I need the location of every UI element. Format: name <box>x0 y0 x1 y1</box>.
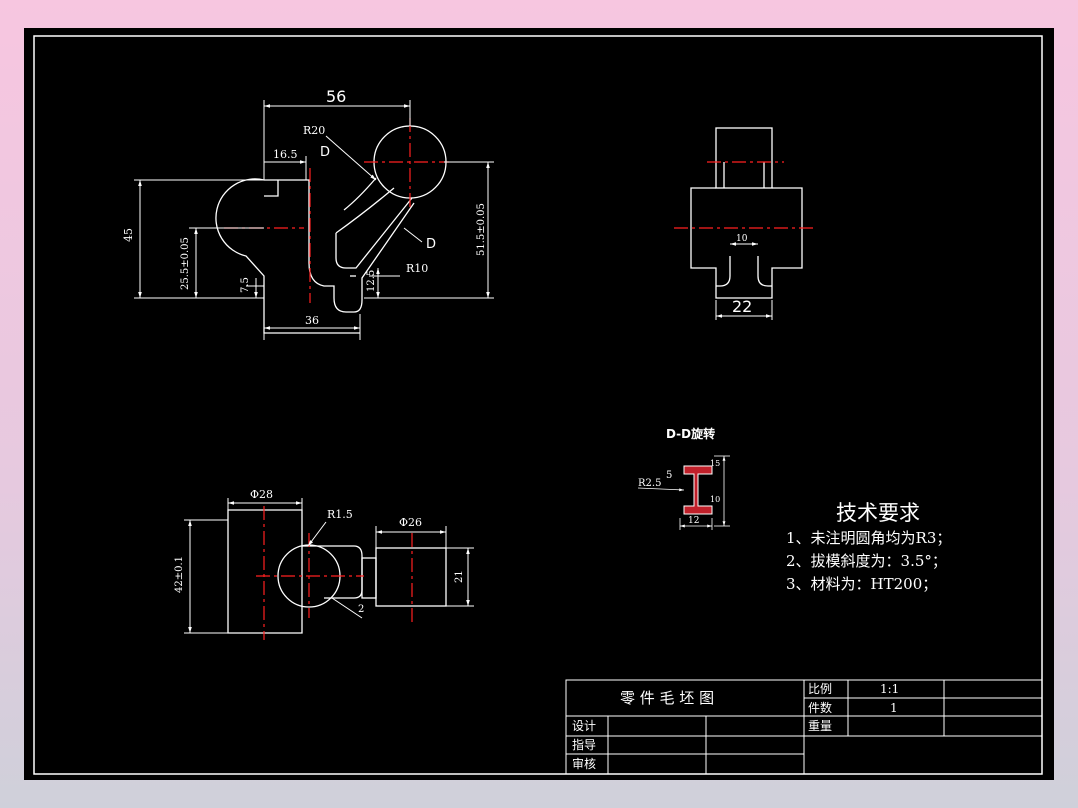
dim-r20: R20 <box>303 124 325 137</box>
front-view <box>215 125 447 334</box>
dim-7-5: 7.5 <box>240 277 251 293</box>
dim-21: 21 <box>454 570 465 583</box>
count-label: 件数 <box>808 700 832 715</box>
dim-56: 56 <box>326 87 346 106</box>
scale-label: 比例 <box>808 682 832 696</box>
section-label-d2: D <box>426 237 436 252</box>
dim-phi26: Φ26 <box>399 516 422 529</box>
cad-drawing: 56 16.5 R20 D D 45 25.5±0.05 7.5 12.5 R1… <box>33 35 1043 775</box>
dim-12-5: 12.5 <box>366 270 377 292</box>
tech-req-item-2: 2、拔模斜度为：3.5°； <box>786 552 947 570</box>
dim-22: 22 <box>732 297 752 316</box>
dim-r2-5: R2.5 <box>638 478 661 489</box>
drawing-sheet: 56 16.5 R20 D D 45 25.5±0.05 7.5 12.5 R1… <box>24 28 1054 780</box>
front-view-labels: 56 16.5 R20 D D 45 25.5±0.05 7.5 12.5 R1… <box>122 87 487 327</box>
drawing-name: 零 件 毛 坯 图 <box>620 689 714 707</box>
dim-12: 12 <box>688 516 699 526</box>
tech-req-title: 技术要求 <box>836 501 920 525</box>
drawing-frame <box>33 35 1043 775</box>
section-label-d1: D <box>320 145 330 160</box>
section-title: D-D旋转 <box>666 426 715 441</box>
top-view-centerlines <box>256 506 413 640</box>
dim-section-top: 15 <box>710 459 720 468</box>
tech-req-item-1: 1、未注明圆角均为R3； <box>786 529 951 547</box>
scale-value: 1:1 <box>880 682 899 696</box>
dim-r1-5: R1.5 <box>327 508 353 521</box>
dim-phi28: Φ28 <box>250 488 273 501</box>
review-label: 审核 <box>572 756 596 771</box>
count-value: 1 <box>890 701 898 715</box>
weight-label: 重量 <box>808 719 832 733</box>
design-label: 设计 <box>572 719 596 733</box>
dim-45: 45 <box>122 228 135 242</box>
check-label: 指导 <box>572 737 596 752</box>
dim-42: 42±0.1 <box>174 556 185 593</box>
dim-2: 2 <box>358 604 364 615</box>
dim-36: 36 <box>305 314 319 327</box>
dim-r10: R10 <box>406 262 428 275</box>
side-view-centerlines <box>674 161 814 229</box>
dim-16-5: 16.5 <box>273 148 298 161</box>
dim-section-bottom: 10 <box>710 495 720 504</box>
dim-51-5: 51.5±0.05 <box>476 203 487 256</box>
dim-5: 5 <box>666 470 672 481</box>
side-view <box>690 127 803 299</box>
dim-10: 10 <box>736 234 748 244</box>
dim-25-5: 25.5±0.05 <box>180 237 191 290</box>
tech-req-item-3: 3、材料为：HT200； <box>786 575 937 593</box>
